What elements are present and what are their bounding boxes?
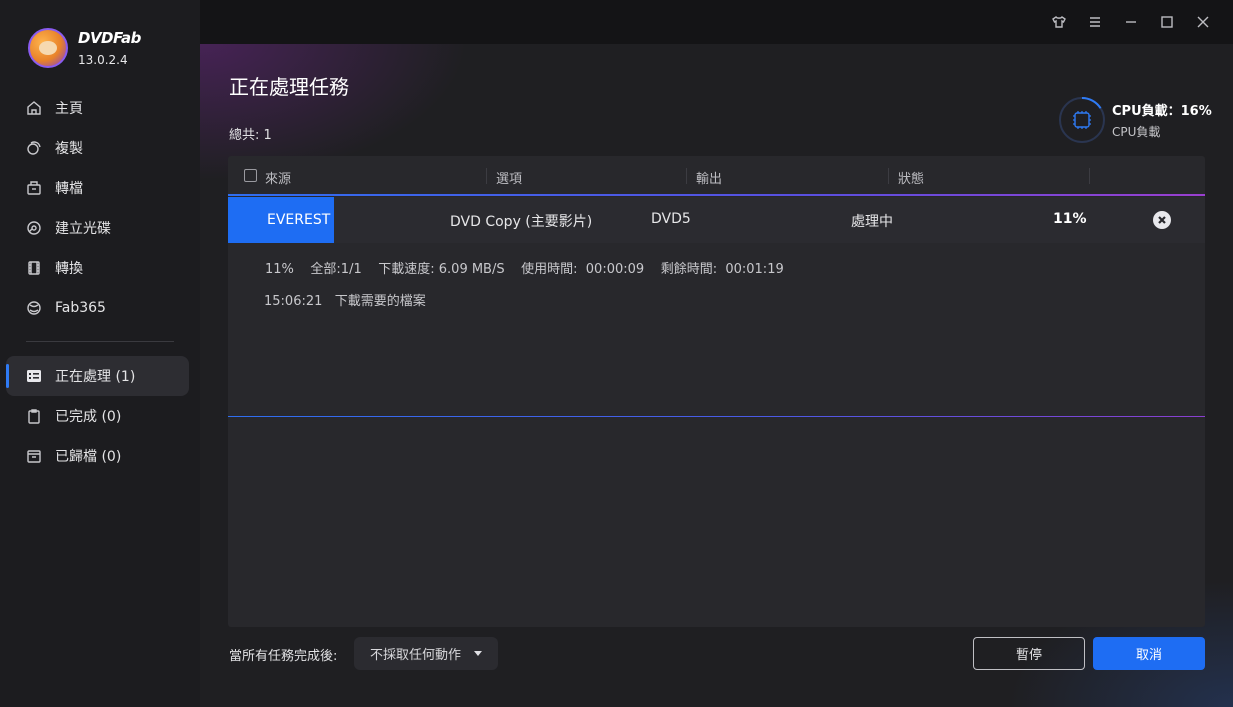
task-log: 15:06:21 下載需要的檔案 — [264, 294, 426, 309]
sidebar-item-label: 建立光碟 — [55, 221, 111, 237]
app-version: 13.0.2.4 — [78, 53, 128, 67]
sidebar: DVDFab 13.0.2.4 主頁 複製 轉檔 建立光碟 轉換 Fab365 … — [0, 0, 200, 707]
task-detail: 11% 全部:1/1 下載速度: 6.09 MB/S 使用時間: 00:00:0… — [228, 243, 1205, 416]
cancel-button[interactable]: 取消 — [1093, 637, 1205, 670]
task-table: 來源 選項 輸出 狀態 EVEREST DVD Copy (主要影片) DVD5… — [228, 156, 1205, 627]
detail-divider — [228, 416, 1205, 417]
maximize-button[interactable] — [1149, 13, 1185, 31]
minimize-icon — [1126, 21, 1136, 23]
close-window-button[interactable] — [1185, 13, 1221, 31]
table-header: 來源 選項 輸出 狀態 — [228, 156, 1205, 196]
task-progress: 11% — [1053, 211, 1087, 227]
task-stats: 11% 全部:1/1 下載速度: 6.09 MB/S 使用時間: 00:00:0… — [265, 262, 784, 277]
caret-down-icon — [474, 651, 482, 656]
minimize-button[interactable] — [1113, 13, 1149, 31]
maximize-icon — [1161, 16, 1173, 28]
sidebar-item-processing[interactable]: 正在處理 (1) — [6, 356, 189, 396]
sidebar-item-ripper[interactable]: 轉檔 — [0, 168, 200, 208]
menu-button[interactable] — [1077, 13, 1113, 31]
fab365-icon — [26, 300, 42, 316]
page-title: 正在處理任務 — [229, 75, 349, 99]
cpu-load-widget: CPU負載：16% CPU負載 — [1058, 96, 1212, 144]
task-option: DVD Copy (主要影片) — [450, 214, 593, 230]
task-list-icon — [26, 368, 42, 384]
cpu-load-value: CPU負載：16% — [1112, 104, 1212, 119]
sidebar-divider — [26, 341, 174, 342]
close-icon — [1197, 16, 1209, 28]
title-bar — [200, 0, 1233, 44]
sidebar-item-copy[interactable]: 複製 — [0, 128, 200, 168]
sidebar-item-label: 正在處理 (1) — [55, 369, 136, 385]
column-source: 來源 — [265, 172, 292, 187]
sidebar-item-fab365[interactable]: Fab365 — [0, 288, 200, 328]
app-logo: DVDFab 13.0.2.4 — [28, 28, 141, 68]
sidebar-item-label: Fab365 — [55, 300, 106, 316]
column-divider — [486, 168, 487, 184]
column-divider — [888, 168, 889, 184]
column-option: 選項 — [496, 172, 523, 187]
column-output: 輸出 — [696, 172, 723, 187]
task-output: DVD5 — [651, 211, 691, 227]
sidebar-item-label: 已完成 (0) — [55, 409, 122, 425]
table-row[interactable]: EVEREST DVD Copy (主要影片) DVD5 處理中 11% — [228, 197, 1205, 243]
after-complete-select[interactable]: 不採取任何動作 — [354, 637, 498, 670]
sidebar-item-label: 主頁 — [55, 101, 83, 117]
film-icon — [26, 260, 42, 276]
dvdfab-mascot-icon — [28, 28, 68, 68]
after-complete-value: 不採取任何動作 — [370, 648, 462, 663]
shirt-icon — [1052, 16, 1066, 28]
after-complete-label: 當所有任務完成後: — [229, 649, 338, 664]
home-icon — [26, 100, 42, 116]
main-area: 正在處理任務 總共: 1 CPU負載：16% CPU負載 來源 選項 輸出 狀態 — [200, 0, 1233, 707]
sidebar-item-label: 已歸檔 (0) — [55, 449, 122, 465]
task-status: 處理中 — [851, 214, 893, 230]
column-status: 狀態 — [898, 172, 925, 187]
close-icon — [1158, 216, 1166, 224]
select-all-checkbox[interactable] — [244, 169, 257, 182]
remove-task-button[interactable] — [1153, 211, 1171, 229]
sidebar-item-label: 複製 — [55, 141, 83, 157]
sidebar-item-completed[interactable]: 已完成 (0) — [0, 396, 200, 436]
skin-button[interactable] — [1041, 13, 1077, 31]
sidebar-item-label: 轉檔 — [55, 181, 83, 197]
cpu-load-label: CPU負載 — [1112, 125, 1161, 139]
copy-icon — [26, 140, 42, 156]
column-divider — [686, 168, 687, 184]
task-source: EVEREST — [228, 197, 334, 243]
sidebar-item-creator[interactable]: 建立光碟 — [0, 208, 200, 248]
brand-name: DVDFab — [78, 29, 141, 47]
sidebar-item-archived[interactable]: 已歸檔 (0) — [0, 436, 200, 476]
cpu-gauge — [1058, 96, 1106, 144]
sidebar-item-label: 轉換 — [55, 261, 83, 277]
menu-icon — [1090, 17, 1100, 27]
clipboard-icon — [26, 408, 42, 424]
ripper-icon — [26, 180, 42, 196]
column-divider — [1089, 168, 1090, 184]
pause-button[interactable]: 暫停 — [973, 637, 1085, 670]
archive-icon — [26, 448, 42, 464]
disc-icon — [26, 220, 42, 236]
sidebar-item-home[interactable]: 主頁 — [0, 88, 200, 128]
window-controls — [1041, 13, 1221, 31]
sidebar-item-converter[interactable]: 轉換 — [0, 248, 200, 288]
sidebar-nav: 主頁 複製 轉檔 建立光碟 轉換 Fab365 正在處理 (1) 已完成 (0)… — [0, 88, 200, 476]
task-total: 總共: 1 — [229, 128, 272, 143]
cpu-chip-icon — [1074, 112, 1090, 128]
